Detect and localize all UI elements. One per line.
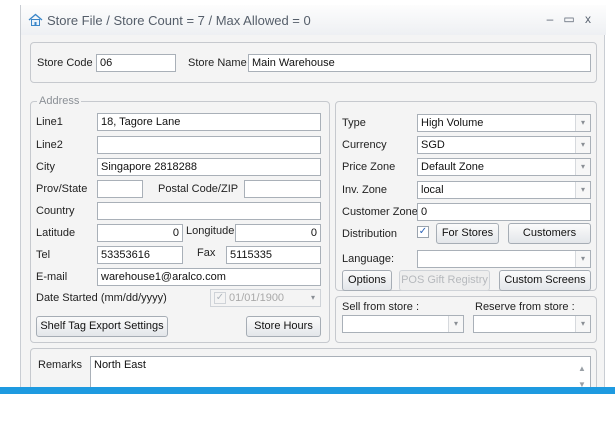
options-button[interactable]: Options [342, 270, 392, 291]
store-name-label: Store Name [188, 57, 247, 69]
taskbar-accent-strip [0, 387, 615, 394]
date-started-picker[interactable]: ✓ 01/01/1900 ▾ [210, 289, 321, 307]
postal-code-label: Postal Code/ZIP [158, 183, 239, 195]
line1-input[interactable]: 18, Tagore Lane [97, 113, 321, 131]
remarks-label: Remarks [38, 359, 83, 371]
date-started-value: 01/01/1900 [229, 292, 285, 304]
tel-label: Tel [36, 249, 51, 261]
fax-label: Fax [197, 247, 216, 259]
close-button[interactable]: x [580, 11, 596, 27]
distribution-checkbox[interactable]: ✓ [417, 226, 429, 238]
prov-state-label: Prov/State [36, 183, 88, 195]
date-started-checkbox[interactable]: ✓ [214, 292, 226, 304]
store-hours-button[interactable]: Store Hours [246, 316, 321, 337]
custom-screens-button[interactable]: Custom Screens [499, 270, 591, 291]
longitude-label: Longitude [186, 225, 235, 237]
chevron-down-icon[interactable]: ▾ [575, 137, 590, 153]
latitude-label: Latitude [36, 227, 76, 239]
store-links-group: Sell from store : ▾ Reserve from store :… [335, 296, 597, 343]
store-name-input[interactable]: Main Warehouse [248, 54, 591, 72]
prov-state-input[interactable] [97, 180, 143, 198]
language-select[interactable]: ▾ [417, 250, 591, 268]
scroll-up-icon[interactable]: ▲ [576, 361, 588, 377]
address-legend: Address [37, 95, 82, 107]
tel-input[interactable]: 53353616 [97, 246, 183, 264]
fax-input[interactable]: 5115335 [226, 246, 321, 264]
chevron-down-icon[interactable]: ▾ [306, 290, 320, 306]
minimize-button[interactable]: – [542, 11, 558, 27]
inv-zone-label: Inv. Zone [342, 184, 388, 196]
price-zone-value: Default Zone [421, 161, 484, 173]
for-stores-button[interactable]: For Stores [436, 223, 499, 244]
email-input[interactable]: warehouse1@aralco.com [97, 268, 321, 286]
type-label: Type [342, 117, 366, 129]
customer-zone-input[interactable]: 0 [417, 203, 591, 221]
reserve-from-store-select[interactable]: ▾ [473, 315, 591, 333]
city-input[interactable]: Singapore 2818288 [97, 158, 321, 176]
store-code-label: Store Code [37, 57, 93, 69]
chevron-down-icon[interactable]: ▾ [575, 115, 590, 131]
line1-label: Line1 [36, 116, 63, 128]
type-value: High Volume [421, 117, 484, 129]
pos-gift-registry-button: POS Gift Registry [399, 270, 490, 291]
line2-label: Line2 [36, 139, 63, 151]
date-started-label: Date Started (mm/dd/yyyy) [36, 292, 167, 304]
inv-zone-select[interactable]: local ▾ [417, 181, 591, 199]
remarks-group: Remarks North East ▲ ▼ [30, 348, 597, 392]
price-zone-select[interactable]: Default Zone ▾ [417, 158, 591, 176]
postal-code-input[interactable] [244, 180, 321, 198]
currency-value: SGD [421, 139, 445, 151]
inv-zone-value: local [421, 184, 444, 196]
distribution-label: Distribution [342, 228, 398, 240]
currency-label: Currency [342, 139, 387, 151]
window-title: Store File / Store Count = 7 / Max Allow… [47, 13, 311, 28]
reserve-from-store-label: Reserve from store : [475, 301, 575, 313]
sell-from-store-label: Sell from store : [342, 301, 420, 313]
price-zone-label: Price Zone [342, 161, 396, 173]
store-settings-group: Type High Volume ▾ Currency SGD ▾ Price … [335, 101, 597, 291]
home-icon [28, 13, 43, 26]
language-label: Language: [342, 253, 394, 265]
currency-select[interactable]: SGD ▾ [417, 136, 591, 154]
remarks-value: North East [94, 359, 146, 371]
store-identity-group: Store Code 06 Store Name Main Warehouse [30, 42, 597, 83]
title-bar[interactable]: Store File / Store Count = 7 / Max Allow… [21, 5, 606, 35]
store-code-input[interactable]: 06 [96, 54, 176, 72]
line2-input[interactable] [97, 136, 321, 154]
chevron-down-icon[interactable]: ▾ [575, 159, 590, 175]
chevron-down-icon[interactable]: ▾ [448, 316, 463, 332]
address-group: Address Line1 18, Tagore Lane Line2 City… [30, 95, 330, 343]
chevron-down-icon[interactable]: ▾ [575, 182, 590, 198]
latitude-input[interactable]: 0 [97, 224, 183, 242]
chevron-down-icon[interactable]: ▾ [575, 251, 590, 267]
email-label: E-mail [36, 271, 68, 283]
country-label: Country [36, 205, 75, 217]
sell-from-store-select[interactable]: ▾ [342, 315, 464, 333]
store-file-window: Store File / Store Count = 7 / Max Allow… [20, 5, 606, 392]
longitude-input[interactable]: 0 [235, 224, 321, 242]
type-select[interactable]: High Volume ▾ [417, 114, 591, 132]
customers-button[interactable]: Customers [508, 223, 591, 244]
customer-zone-label: Customer Zone [342, 206, 418, 218]
maximize-button[interactable]: ▭ [561, 11, 577, 27]
chevron-down-icon[interactable]: ▾ [575, 316, 590, 332]
country-input[interactable] [97, 202, 321, 220]
shelf-tag-export-settings-button[interactable]: Shelf Tag Export Settings [36, 316, 168, 337]
city-label: City [36, 161, 55, 173]
